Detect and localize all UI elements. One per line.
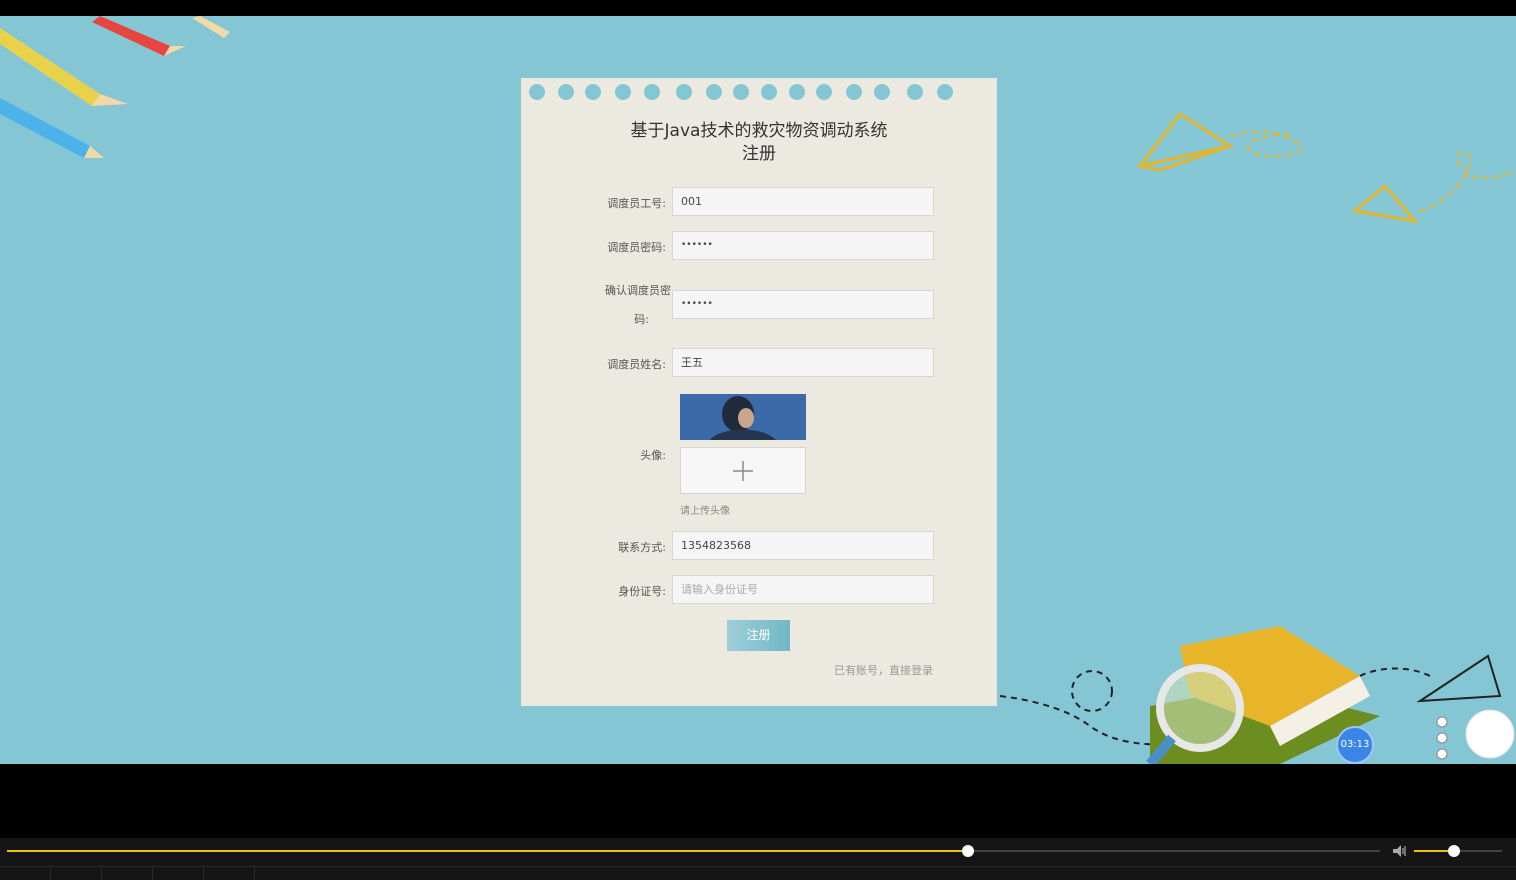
page-background: 03:13 基于Java技术的救灾物资调动系统 注册 调度员工号: 001 调度…	[0, 16, 1516, 764]
id-card-input[interactable]: 请输入身份证号	[672, 575, 934, 604]
password-label: 调度员密码:	[607, 241, 666, 254]
name-label: 调度员姓名:	[607, 358, 666, 371]
confirm-password-label: 确认调度员密 码:	[605, 284, 671, 326]
id-card-label: 身份证号:	[618, 585, 666, 598]
system-title: 基于Java技术的救灾物资调动系统	[630, 121, 888, 141]
progress-fill	[7, 850, 969, 852]
register-button[interactable]: 注册	[727, 620, 790, 651]
confirm-password-input[interactable]: ••••••	[672, 290, 934, 319]
volume-slider[interactable]	[1414, 845, 1502, 857]
upload-hint: 请上传头像	[680, 506, 730, 517]
plus-icon	[733, 461, 753, 481]
player-controls	[0, 838, 1516, 880]
avatar-upload-button[interactable]	[680, 447, 806, 494]
screen: 03:13 基于Java技术的救灾物资调动系统 注册 调度员工号: 001 调度…	[0, 0, 1516, 880]
paper-plane-decoration	[1136, 111, 1516, 224]
bottom-toolbar	[0, 866, 1516, 880]
page-title: 基于Java技术的救灾物资调动系统 注册	[521, 120, 997, 166]
books-decoration	[1000, 626, 1515, 764]
name-input[interactable]: 王五	[672, 348, 934, 377]
volume-icon[interactable]	[1392, 844, 1408, 858]
phone-input[interactable]: 1354823568	[672, 531, 934, 560]
progress-handle[interactable]	[962, 845, 975, 857]
avatar-preview[interactable]	[680, 394, 806, 440]
avatar-photo	[680, 394, 806, 440]
staff-id-input[interactable]: 001	[672, 187, 934, 216]
register-title: 注册	[742, 144, 776, 164]
password-input[interactable]: ••••••	[672, 231, 934, 260]
notebook-holes	[521, 84, 997, 100]
phone-label: 联系方式:	[618, 541, 666, 554]
avatar-label: 头像:	[640, 449, 666, 462]
login-link[interactable]: 已有账号，直接登录	[834, 662, 933, 678]
staff-id-label: 调度员工号:	[607, 197, 666, 210]
volume-handle[interactable]	[1447, 845, 1460, 857]
progress-bar[interactable]	[7, 845, 1380, 857]
register-card: 基于Java技术的救灾物资调动系统 注册 调度员工号: 001 调度员密码: •…	[521, 78, 997, 706]
timer-badge: 03:13	[1336, 726, 1374, 764]
pencils-decoration	[0, 16, 230, 158]
